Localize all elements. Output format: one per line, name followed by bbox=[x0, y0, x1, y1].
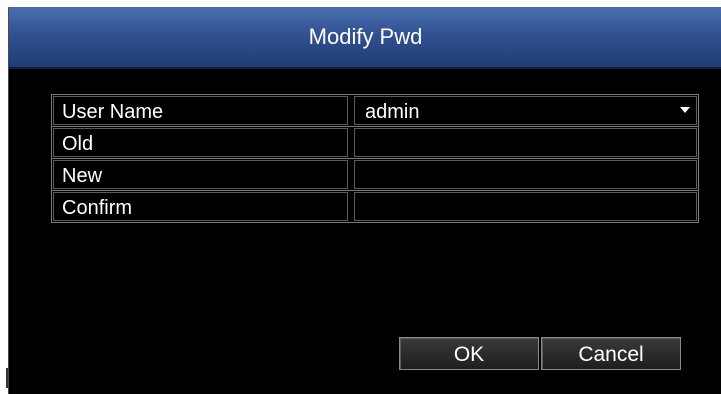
modify-password-dialog: Modify Pwd User Name admin Old New Confi… bbox=[8, 7, 721, 394]
password-form: User Name admin Old New Confirm bbox=[51, 94, 699, 223]
form-row-user-name: User Name admin bbox=[52, 95, 698, 127]
dialog-title: Modify Pwd bbox=[9, 7, 721, 69]
user-name-select[interactable]: admin bbox=[354, 96, 697, 125]
user-name-label: User Name bbox=[53, 96, 348, 125]
ok-button[interactable]: OK bbox=[399, 337, 539, 370]
new-password-label: New bbox=[53, 160, 348, 189]
confirm-password-label: Confirm bbox=[53, 192, 348, 221]
form-row-new: New bbox=[52, 159, 698, 191]
new-password-input[interactable] bbox=[365, 163, 696, 190]
form-row-confirm: Confirm bbox=[52, 191, 698, 222]
window-edge bbox=[0, 0, 8, 394]
old-password-input[interactable] bbox=[365, 131, 696, 158]
confirm-password-field[interactable] bbox=[354, 192, 697, 222]
user-name-value: admin bbox=[365, 101, 420, 123]
chevron-down-icon[interactable] bbox=[680, 107, 690, 113]
cancel-button[interactable]: Cancel bbox=[541, 337, 681, 370]
old-password-label: Old bbox=[53, 128, 348, 157]
new-password-field[interactable] bbox=[354, 160, 697, 190]
confirm-password-input[interactable] bbox=[365, 195, 696, 222]
old-password-field[interactable] bbox=[354, 128, 697, 158]
form-row-old: Old bbox=[52, 127, 698, 159]
